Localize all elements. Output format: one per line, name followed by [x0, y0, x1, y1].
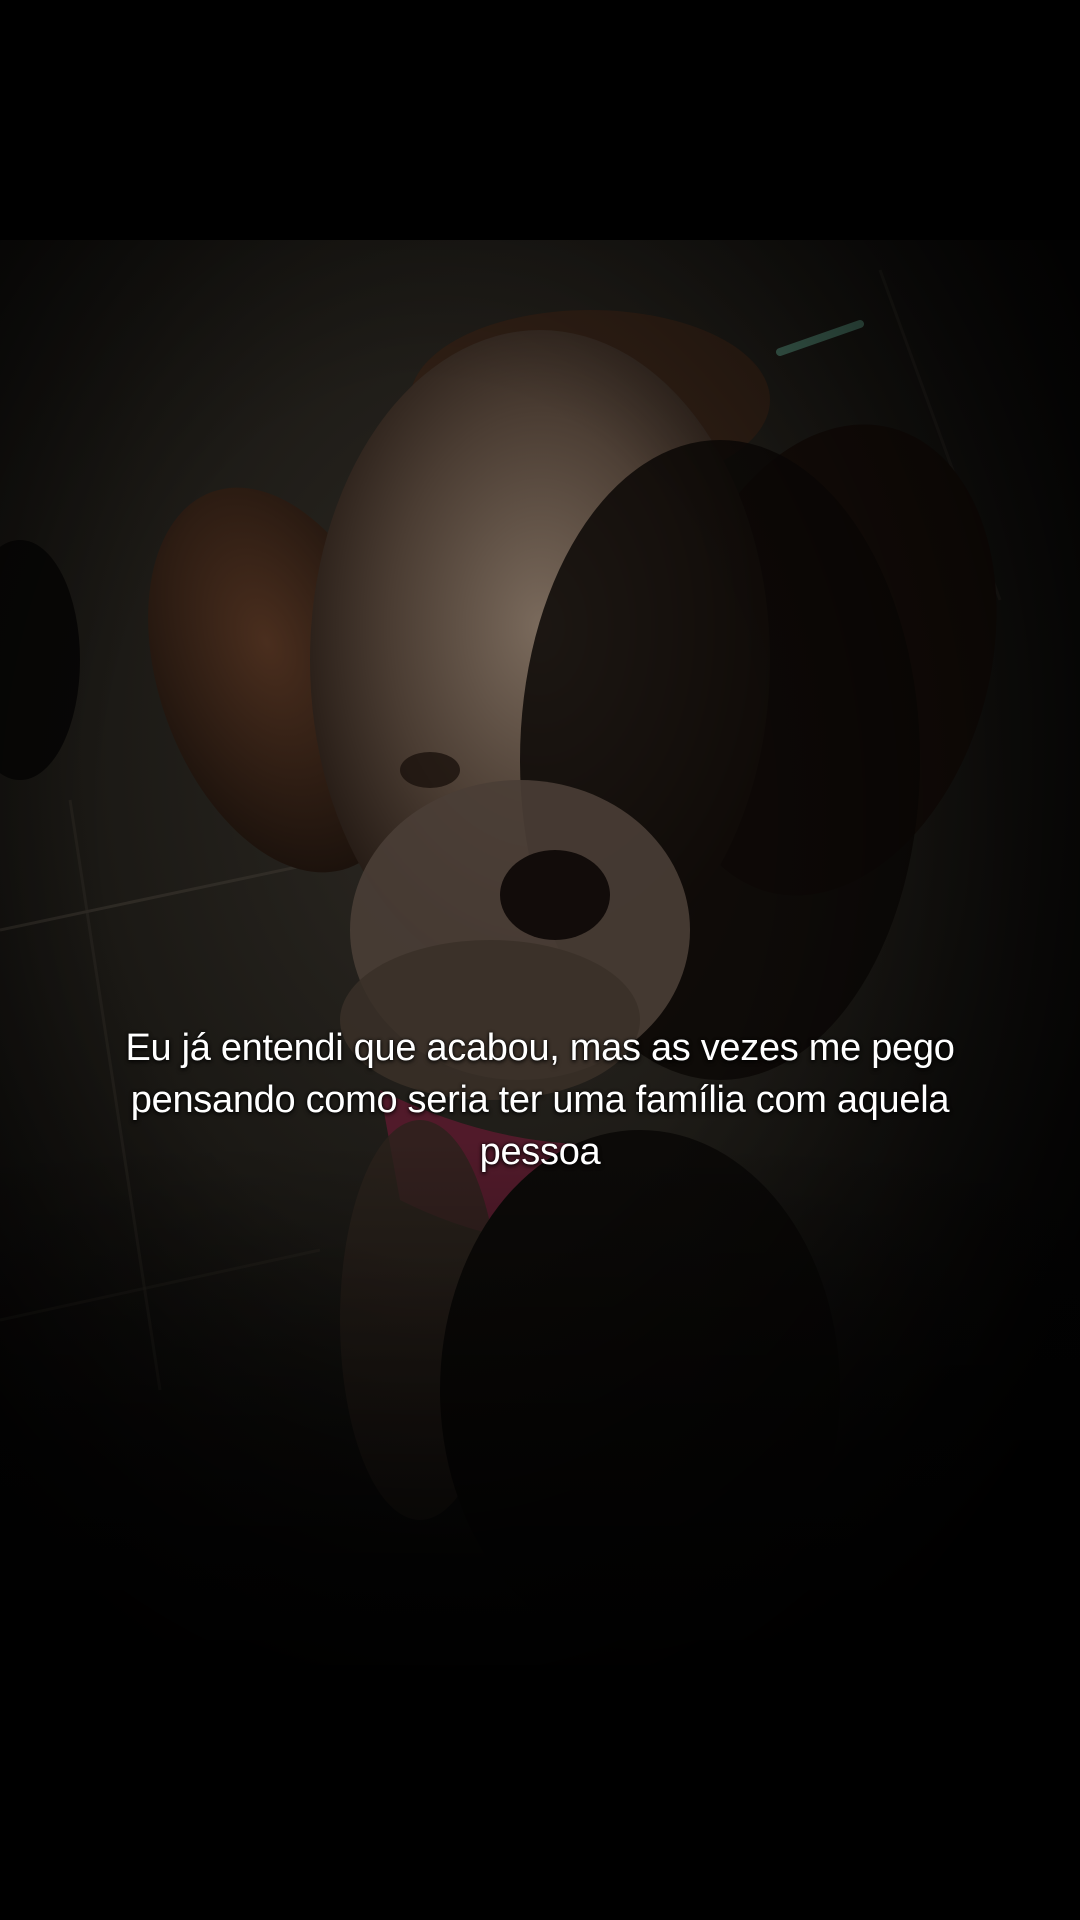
video-frame: [0, 240, 1080, 1680]
letterbox-bottom: [0, 1680, 1080, 1920]
dog-photo: [0, 240, 1080, 1680]
bottom-fade: [0, 1140, 1080, 1680]
letterbox-top: [0, 0, 1080, 240]
caption-text: Eu já entendi que acabou, mas as vezes m…: [125, 1027, 955, 1173]
